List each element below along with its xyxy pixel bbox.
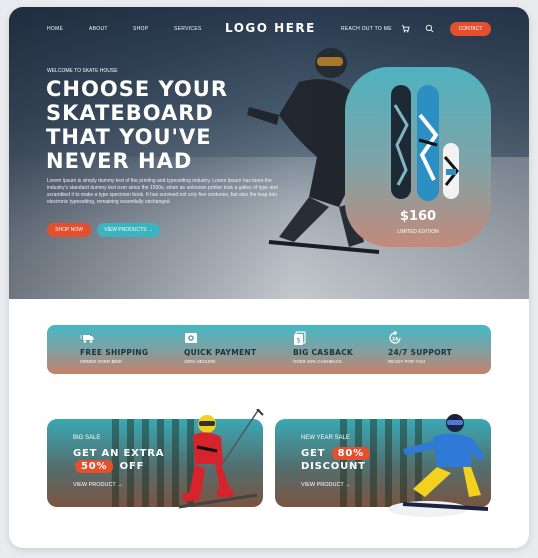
promo-headline-line: DISCOUNT [301, 461, 366, 472]
headline-line: THAT YOU'VE [46, 125, 212, 149]
discount-pill: 80% [331, 447, 370, 460]
nav-home[interactable]: HOME [47, 26, 63, 32]
search-icon[interactable] [425, 24, 434, 33]
welcome-text: WELCOME TO SKATE HOUSE [47, 68, 118, 74]
site-logo[interactable]: LOGO HERE [225, 21, 316, 35]
product-card[interactable]: $160 LIMITED EDITION [345, 67, 491, 247]
feature-title: BIG CASBACK [293, 348, 354, 357]
view-products-button[interactable]: VIEW PRODUCTS → [97, 223, 160, 237]
skier-child-image [178, 409, 264, 509]
feature-title: QUICK PAYMENT [184, 348, 257, 357]
cashback-icon: $ [294, 331, 306, 345]
skateboards-image [391, 85, 459, 201]
feature-title: FREE SHIPPING [80, 348, 149, 357]
promo-headline: GET 80% DISCOUNT [301, 447, 372, 473]
hero-headline: CHOOSE YOUR SKATEBOARD THAT YOU'VE NEVER… [46, 77, 291, 173]
headline-line: CHOOSE YOUR [46, 77, 229, 101]
product-edition: LIMITED EDITION [397, 229, 439, 235]
headline-line: SKATEBOARD [46, 101, 214, 125]
promo-tag: BIG SALE [73, 435, 101, 441]
hero-description: Lorem Ipsum is simply dummy text of the … [47, 178, 278, 205]
promo-headline: GET AN EXTRA 50% OFF [73, 447, 164, 473]
feature-subtitle: READY FOR YOU [388, 359, 426, 364]
cart-icon[interactable] [401, 24, 410, 33]
nav-services[interactable]: SERVICES [174, 26, 202, 32]
nav-reach-out[interactable]: REACH OUT TO ME [341, 26, 392, 32]
nav-about[interactable]: ABOUT [89, 26, 108, 32]
feature-subtitle: 100% SECURE [184, 359, 216, 364]
truck-icon [80, 335, 94, 343]
product-price: $160 [399, 209, 437, 224]
feature-subtitle: OVER 40% CASHBACK [293, 359, 343, 364]
promo-card-big-sale[interactable]: BIG SALE GET AN EXTRA 50% OFF VIEW PRODU… [47, 409, 264, 509]
promo-tag: NEW YEAR SALE [301, 435, 350, 441]
feature-title: 24/7 SUPPORT [388, 348, 453, 357]
promo-headline-line: GET [301, 448, 326, 459]
promo-card-new-year-sale[interactable]: NEW YEAR SALE GET 80% DISCOUNT VIEW PROD… [275, 414, 491, 517]
discount-pill: 50% [75, 460, 114, 473]
view-product-link[interactable]: VIEW PRODUCT → [301, 482, 351, 488]
hero-section: HOME ABOUT SHOP SERVICES LOGO HERE REACH… [9, 7, 529, 299]
view-product-link[interactable]: VIEW PRODUCT → [73, 482, 123, 488]
wallet-icon [185, 333, 197, 343]
nav-shop[interactable]: SHOP [133, 26, 148, 32]
support-24-icon: 24 [389, 331, 401, 344]
promo-headline-line: OFF [119, 461, 145, 472]
top-nav: HOME ABOUT SHOP SERVICES LOGO HERE REACH… [9, 7, 529, 51]
features-bar: FREE SHIPPING ORDER OVER $500 QUICK PAYM… [47, 325, 491, 374]
shop-now-button[interactable]: SHOP NOW [47, 223, 91, 237]
svg-text:24: 24 [392, 337, 398, 343]
page-frame: HOME ABOUT SHOP SERVICES LOGO HERE REACH… [9, 7, 529, 548]
snowboarder-image [388, 414, 489, 517]
feature-subtitle: ORDER OVER $500 [80, 359, 122, 364]
promo-headline-line: GET AN EXTRA [73, 448, 165, 459]
contact-button[interactable]: CONTACT [450, 22, 491, 36]
headline-line: NEVER HAD [46, 149, 193, 173]
svg-text:$: $ [296, 337, 300, 345]
